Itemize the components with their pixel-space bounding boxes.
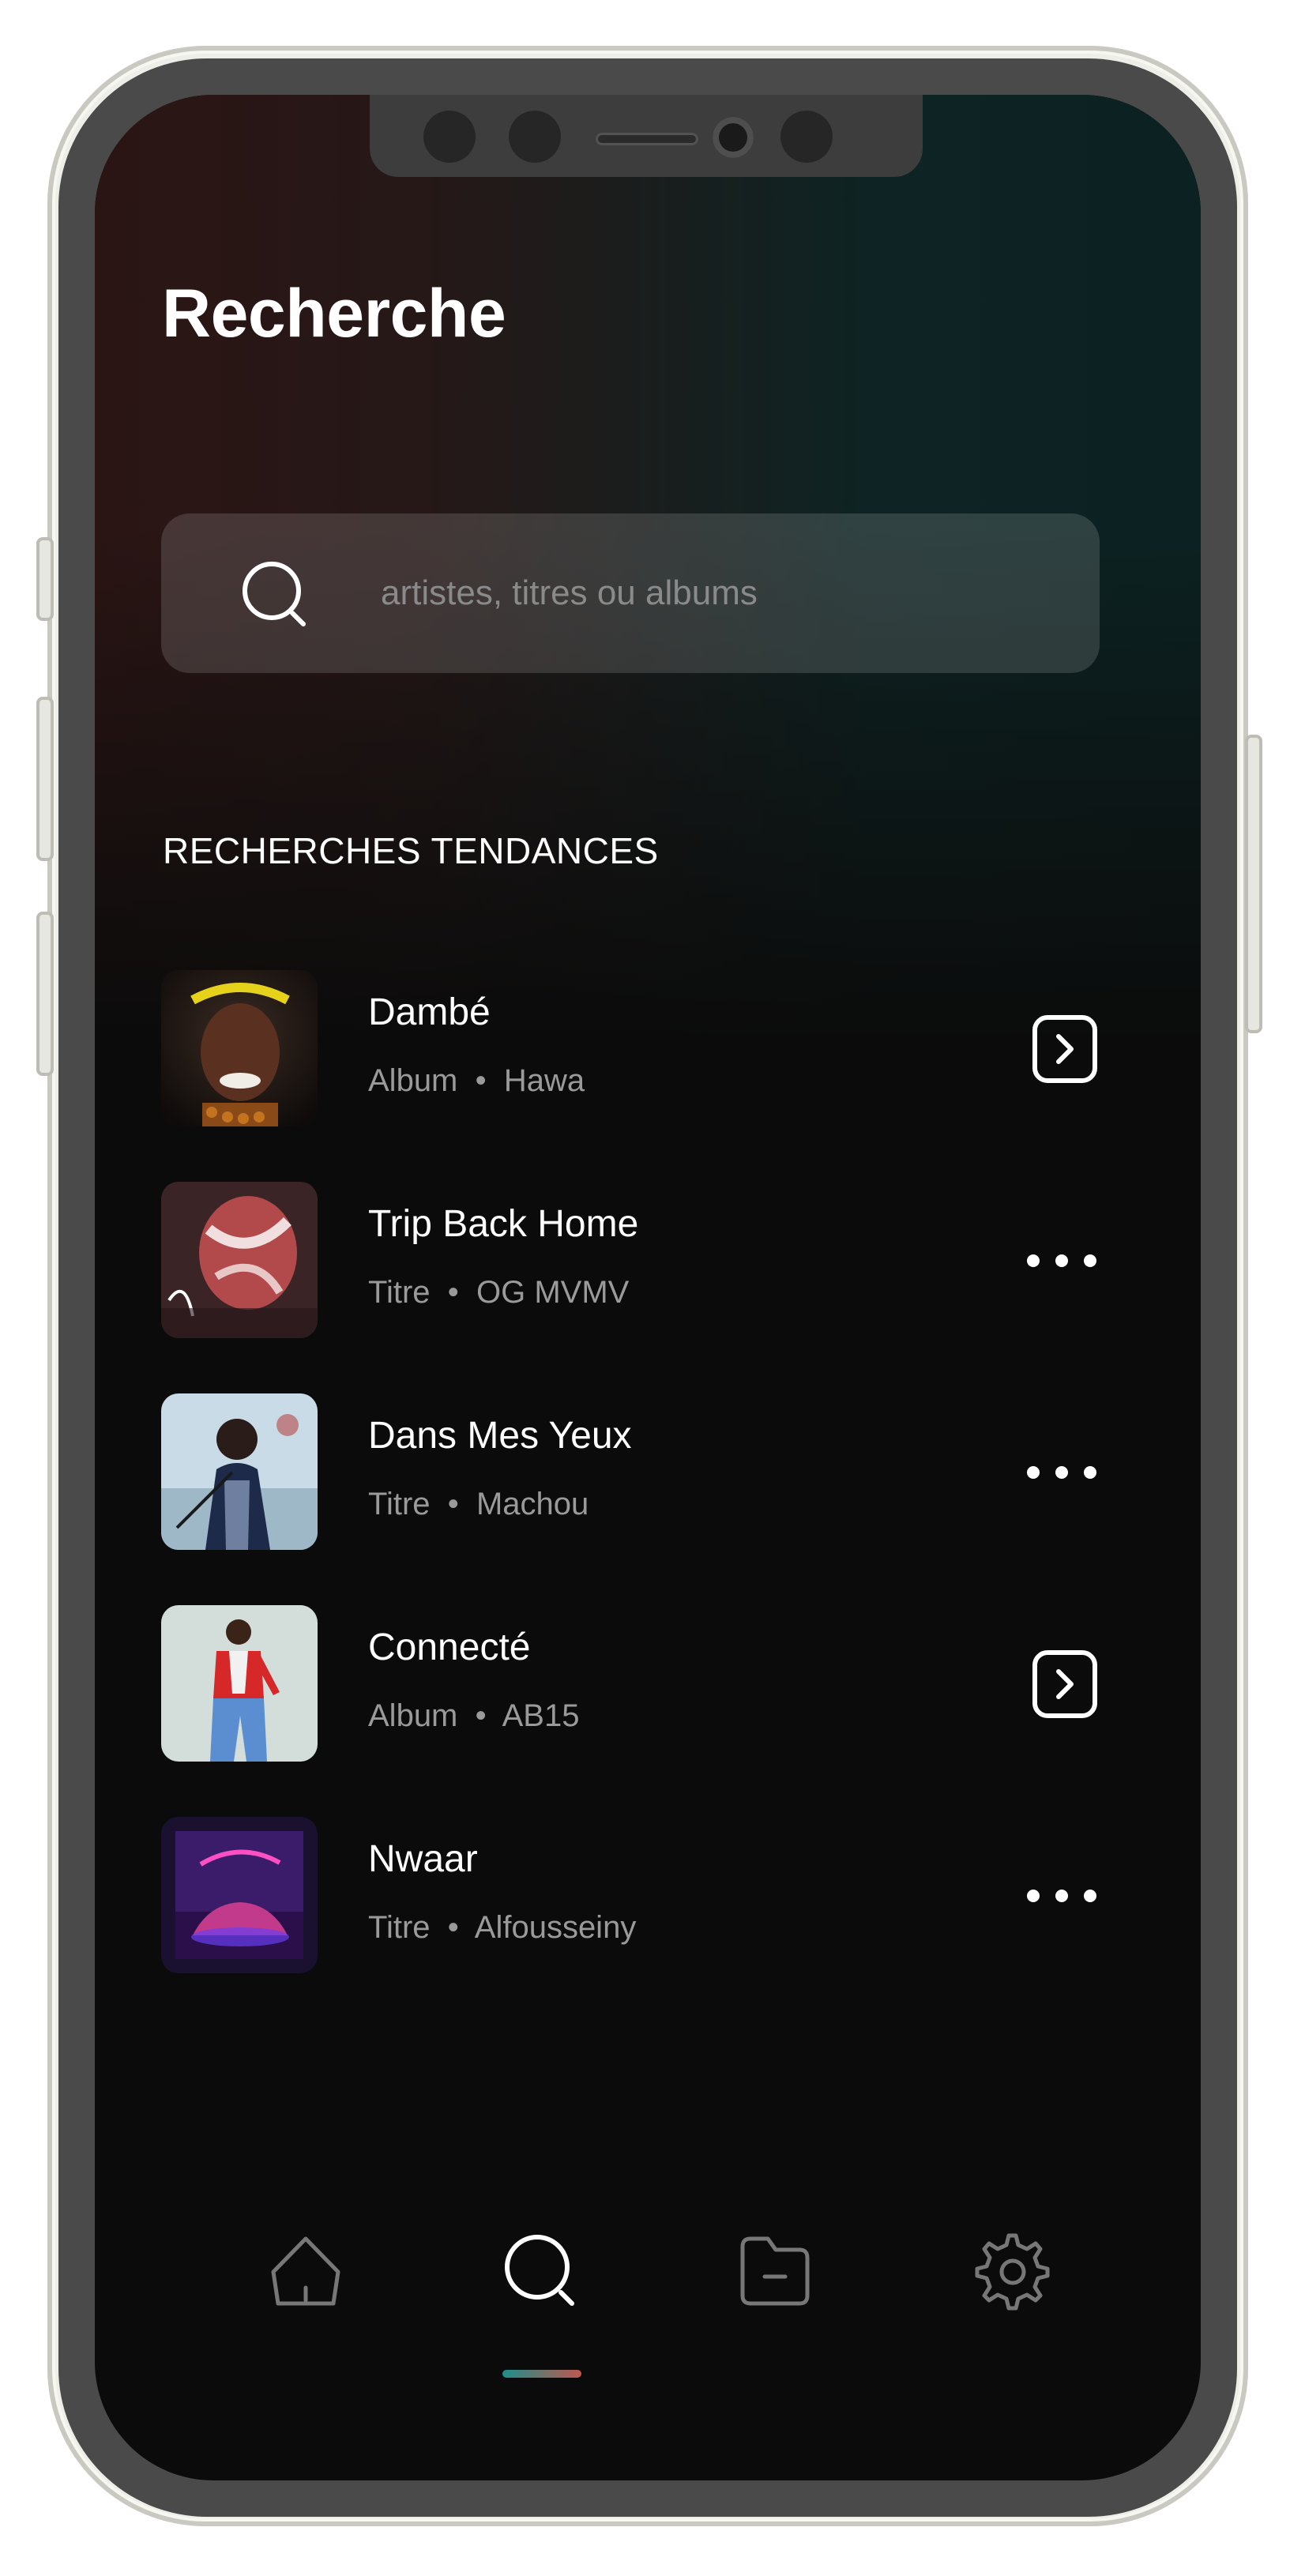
power-button [1245, 735, 1262, 1033]
device-notch [370, 95, 923, 177]
front-camera-icon [713, 117, 754, 158]
item-title: Dans Mes Yeux [368, 1415, 632, 1457]
bottom-tab-bar [95, 2228, 1201, 2354]
volume-up-button [36, 697, 54, 861]
item-title: Trip Back Home [368, 1203, 639, 1245]
chevron-right-box-icon[interactable] [1022, 1646, 1101, 1722]
page-title: Recherche [162, 276, 506, 352]
home-icon[interactable] [262, 2228, 349, 2315]
folder-icon[interactable] [732, 2228, 818, 2315]
list-item[interactable]: Dans Mes Yeux Titre • Machou [161, 1393, 1101, 1605]
item-title: Dambé [368, 991, 491, 1033]
search-icon[interactable] [498, 2228, 585, 2315]
item-subtitle: Titre • Alfousseiny [368, 1910, 637, 1945]
item-title: Connecté [368, 1626, 531, 1668]
list-item[interactable]: Trip Back Home Titre • OG MVMV [161, 1182, 1101, 1393]
track-cover-image [161, 1817, 318, 1973]
sensor-icon [509, 111, 561, 163]
item-subtitle: Titre • Machou [368, 1487, 589, 1521]
list-item[interactable]: Nwaar Titre • Alfousseiny [161, 1817, 1101, 2029]
sensor-icon [780, 111, 833, 163]
trending-heading: RECHERCHES TENDANCES [163, 830, 659, 871]
item-subtitle: Titre • OG MVMV [368, 1275, 630, 1310]
album-cover-image [161, 970, 318, 1126]
trending-list: Dambé Album • Hawa Trip Back Home Titre … [161, 970, 1101, 2029]
volume-down-button [36, 912, 54, 1076]
item-subtitle: Album • Hawa [368, 1063, 585, 1098]
track-cover-image [161, 1393, 318, 1550]
search-bar[interactable] [161, 513, 1100, 673]
more-options-icon[interactable] [1022, 1858, 1101, 1934]
chevron-right-box-icon[interactable] [1022, 1011, 1101, 1087]
app-screen: Recherche RECHERCHES TENDANCES [95, 95, 1201, 2480]
search-icon [243, 562, 306, 626]
album-cover-image [161, 1605, 318, 1762]
more-options-icon[interactable] [1022, 1435, 1101, 1510]
active-tab-indicator [502, 2370, 581, 2378]
more-options-icon[interactable] [1022, 1223, 1101, 1299]
settings-gear-icon[interactable] [965, 2228, 1052, 2315]
list-item[interactable]: Connecté Album • AB15 [161, 1605, 1101, 1817]
item-title: Nwaar [368, 1838, 478, 1880]
mute-switch [36, 537, 54, 621]
item-subtitle: Album • AB15 [368, 1698, 580, 1733]
search-input[interactable] [379, 561, 1062, 626]
list-item[interactable]: Dambé Album • Hawa [161, 970, 1101, 1182]
sensor-icon [423, 111, 476, 163]
speaker-grille [596, 133, 698, 145]
track-cover-image [161, 1182, 318, 1338]
